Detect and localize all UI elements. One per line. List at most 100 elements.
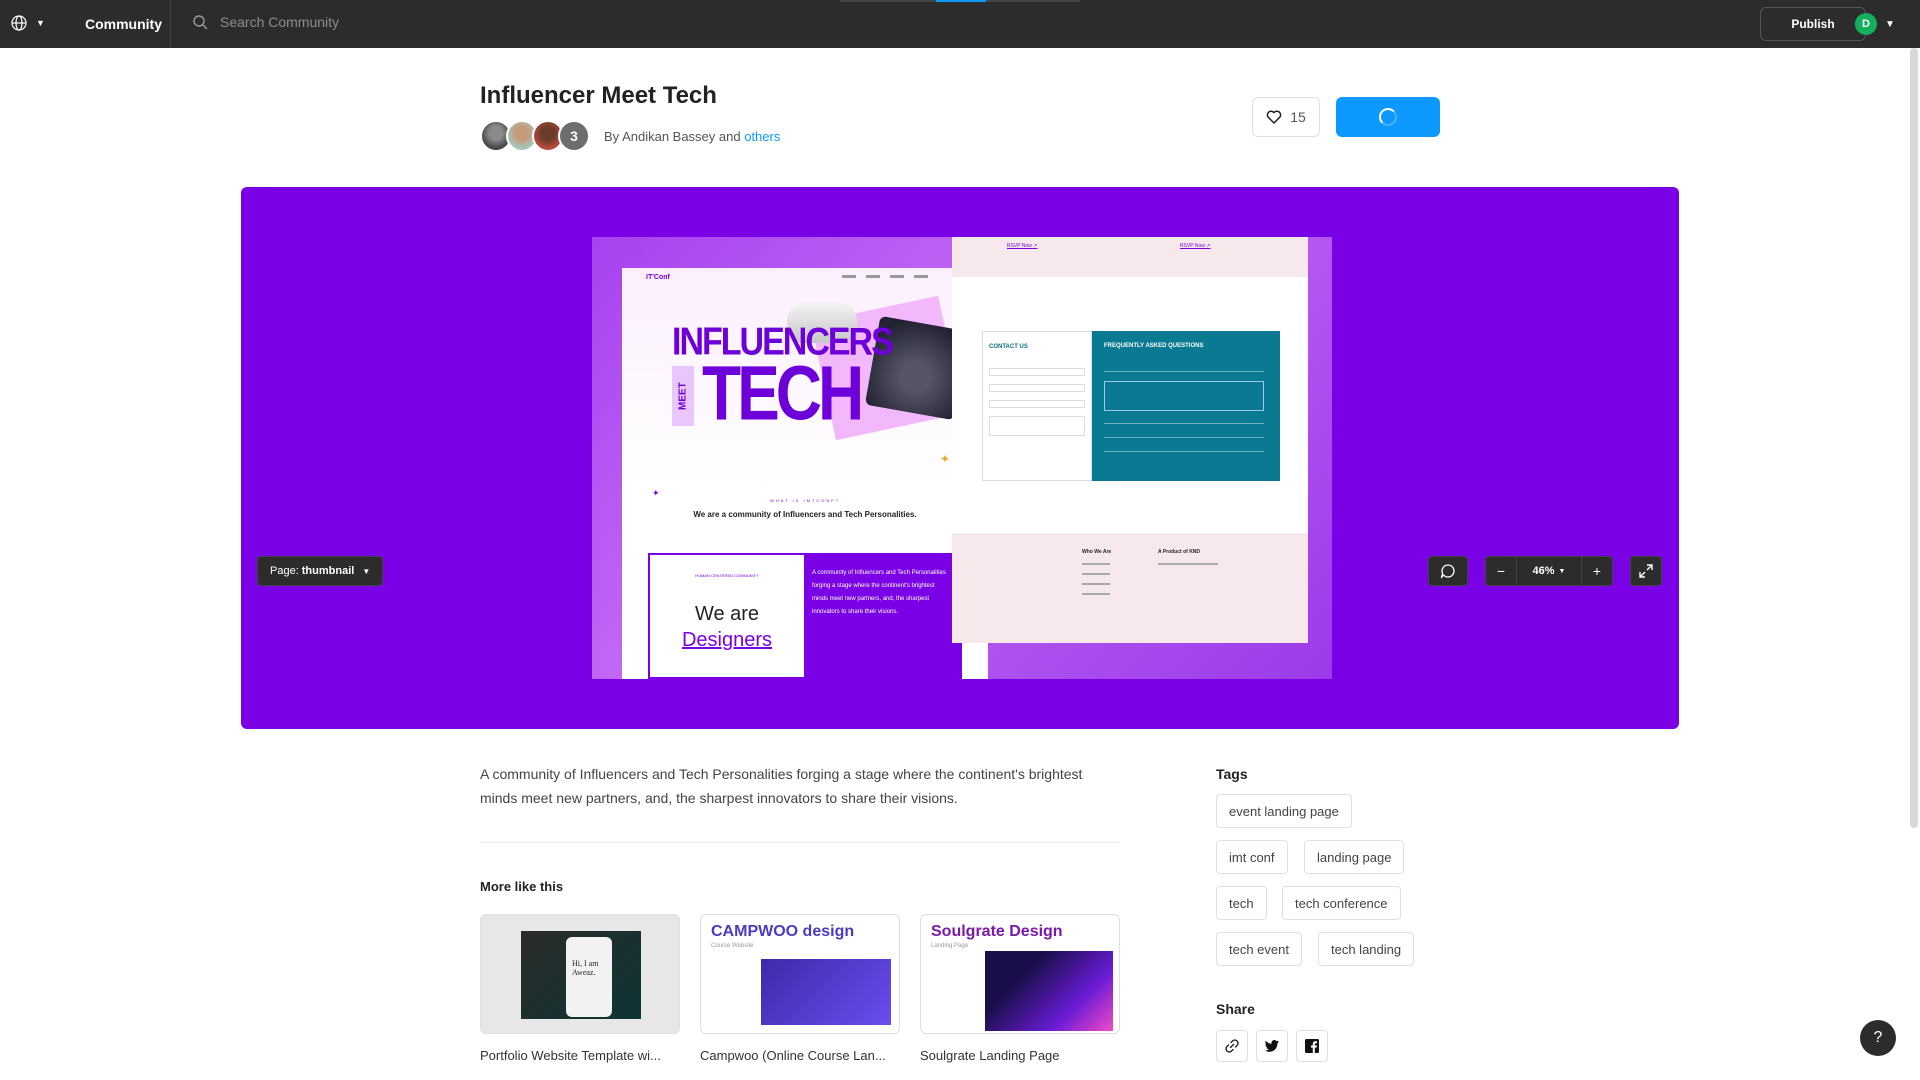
chevron-down-icon: ▼ xyxy=(36,18,45,28)
footer-link xyxy=(1158,563,1218,565)
preview-tagline: We are a community of Influencers and Te… xyxy=(693,510,917,519)
heart-icon xyxy=(1266,110,1282,124)
form-field xyxy=(989,384,1085,392)
tag-chip[interactable]: tech conference xyxy=(1282,886,1401,920)
footer-link xyxy=(1082,583,1110,585)
facebook-icon xyxy=(1305,1039,1319,1053)
authors-byline: By Andikan Bassey and others xyxy=(604,129,780,144)
contact-faq-preview: RSVP Now ↗ RSVP Now ↗ CONTACT US FREQUEN… xyxy=(952,237,1308,643)
related-file-card[interactable]: Soulgrate Design Landing Page xyxy=(920,914,1120,1034)
chevron-down-icon: ▼ xyxy=(1885,18,1895,30)
more-like-this-heading: More like this xyxy=(480,879,564,894)
related-file-title[interactable]: Soulgrate Landing Page xyxy=(920,1048,1120,1063)
card-heading: Soulgrate Design xyxy=(931,923,1063,940)
chevron-down-icon: ▼ xyxy=(1558,567,1566,575)
card-subheading: Landing Page xyxy=(931,943,969,949)
related-file-title[interactable]: Portfolio Website Template wi... xyxy=(480,1048,680,1063)
preview-nav xyxy=(842,275,928,278)
product-of-heading: A Product of KND xyxy=(1158,549,1201,555)
others-link[interactable]: others xyxy=(744,129,780,144)
rsvp-strip xyxy=(952,237,1308,277)
zoom-controls: − 46% ▼ + xyxy=(1485,556,1613,586)
page-scrollbar[interactable] xyxy=(1910,48,1918,828)
preview-footer: Who We Are A Product of KND xyxy=(952,533,1308,643)
tag-chip[interactable]: tech landing xyxy=(1318,932,1415,966)
more-authors-count[interactable]: 3 xyxy=(558,120,590,152)
share-twitter-button[interactable] xyxy=(1256,1030,1288,1062)
designers-left: HUMAN CENTERED COMMUNITY We are Designer… xyxy=(650,555,804,677)
landing-page-preview: IT'Conf INFLUENCERS MEET TECH ✦ ✦ WHAT I… xyxy=(622,268,988,679)
zoom-in-button[interactable]: + xyxy=(1582,557,1612,585)
like-button[interactable]: 15 xyxy=(1252,97,1320,137)
page-label: Page: xyxy=(270,565,299,577)
copy-link-button[interactable] xyxy=(1216,1030,1248,1062)
hero-meet-text: MEET xyxy=(672,366,694,426)
twitter-icon xyxy=(1265,1040,1279,1052)
faq-answer-box xyxy=(1104,381,1264,411)
byline-prefix: By Andikan Bassey and xyxy=(604,128,741,144)
zoom-out-button[interactable]: − xyxy=(1486,557,1516,585)
faq-divider xyxy=(1104,451,1264,452)
who-we-are-heading: Who We Are xyxy=(1082,549,1112,555)
human-centered-label: HUMAN CENTERED COMMUNITY xyxy=(695,573,759,578)
tag-chip[interactable]: tech event xyxy=(1216,932,1302,966)
file-description: A community of Influencers and Tech Pers… xyxy=(480,766,1083,806)
fullscreen-button[interactable] xyxy=(1630,556,1662,586)
help-button[interactable]: ? xyxy=(1860,1020,1896,1056)
card-thumbnail xyxy=(985,951,1113,1031)
page-selector[interactable]: Page: thumbnail ▼ xyxy=(257,556,384,586)
related-file-card[interactable]: Hi, I am Aweaz. xyxy=(480,914,680,1034)
faq-divider xyxy=(1104,423,1264,424)
tag-chip[interactable]: landing page xyxy=(1304,840,1405,874)
search-icon xyxy=(193,15,208,30)
file-preview-canvas[interactable]: IT'Conf INFLUENCERS MEET TECH ✦ ✦ WHAT I… xyxy=(241,187,1679,729)
share-facebook-button[interactable] xyxy=(1296,1030,1328,1062)
comments-button[interactable] xyxy=(1428,556,1468,586)
tag-chip[interactable]: imt conf xyxy=(1216,840,1288,874)
open-in-figma-button[interactable] xyxy=(1336,97,1440,137)
page-title: Influencer Meet Tech xyxy=(480,82,717,109)
footer-link xyxy=(1082,563,1110,565)
zoom-level-dropdown[interactable]: 46% ▼ xyxy=(1516,557,1582,585)
comment-icon xyxy=(1440,564,1455,579)
community-nav-link[interactable]: Community xyxy=(85,16,162,32)
like-count: 15 xyxy=(1290,109,1306,125)
tag-chip[interactable]: event landing page xyxy=(1216,794,1352,828)
card-subheading: Course Website xyxy=(711,943,754,949)
hero-tech-text: TECH xyxy=(702,349,864,437)
preview-logo: IT'Conf xyxy=(646,274,670,281)
form-field xyxy=(989,368,1085,376)
search-box[interactable] xyxy=(192,14,520,30)
share-heading: Share xyxy=(1216,1001,1255,1017)
rsvp-link: RSVP Now ↗ xyxy=(1007,243,1038,249)
publish-button[interactable]: Publish xyxy=(1760,7,1866,41)
footer-link xyxy=(1082,573,1110,575)
related-file-card[interactable]: CAMPWOO design Course Website xyxy=(700,914,900,1034)
zoom-level: 46% xyxy=(1532,565,1555,577)
designers-text: Designers xyxy=(681,629,773,651)
tags-heading: Tags xyxy=(1216,766,1248,782)
top-bar: ▼ Community Publish D ▼ xyxy=(0,0,1920,48)
faq-divider xyxy=(1104,371,1264,372)
footer-link xyxy=(1082,593,1110,595)
search-input[interactable] xyxy=(220,14,520,30)
rsvp-link: RSVP Now ↗ xyxy=(1180,243,1211,249)
sparkle-icon: ✦ xyxy=(940,452,951,466)
loading-progress-fill xyxy=(936,0,986,2)
contact-form: CONTACT US xyxy=(982,331,1092,481)
topbar-divider xyxy=(170,0,171,48)
tag-chip[interactable]: tech xyxy=(1216,886,1267,920)
account-menu[interactable]: D ▼ xyxy=(1855,13,1895,35)
faq-heading: FREQUENTLY ASKED QUESTIONS xyxy=(1104,343,1204,349)
authors-row: 3 By Andikan Bassey and others xyxy=(480,120,780,152)
chevron-down-icon: ▼ xyxy=(362,566,371,576)
contact-heading: CONTACT US xyxy=(989,344,1028,350)
form-field xyxy=(989,416,1085,436)
preview-artboard: IT'Conf INFLUENCERS MEET TECH ✦ ✦ WHAT I… xyxy=(592,237,1332,679)
faq-divider xyxy=(1104,437,1264,438)
globe-icon xyxy=(11,15,27,31)
related-file-title[interactable]: Campwoo (Online Course Lan... xyxy=(700,1048,900,1063)
loading-spinner-icon xyxy=(1379,108,1397,126)
language-menu[interactable]: ▼ xyxy=(10,14,45,32)
designers-section: HUMAN CENTERED COMMUNITY We are Designer… xyxy=(648,553,962,679)
